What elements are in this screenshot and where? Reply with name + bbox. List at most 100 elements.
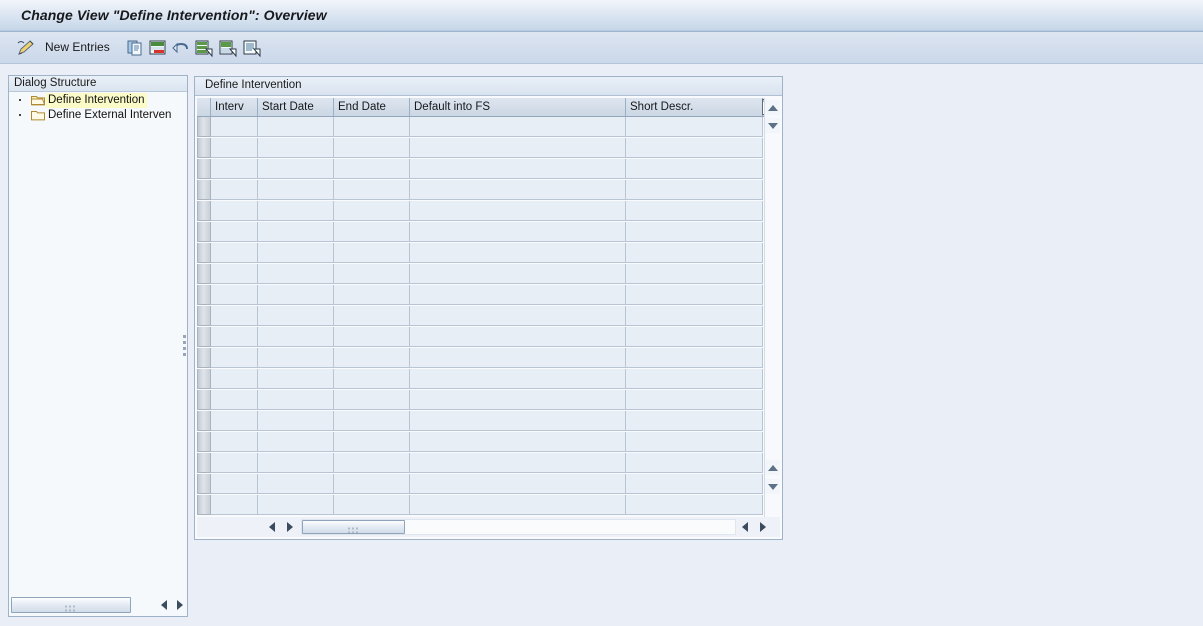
cell-end_date[interactable] bbox=[334, 180, 410, 200]
cell-interv[interactable] bbox=[211, 264, 258, 284]
cell-default_into_fs[interactable] bbox=[410, 159, 626, 179]
sidebar-item-define-external-intervention[interactable]: Define External Interven bbox=[9, 108, 187, 123]
row-selector-button[interactable] bbox=[197, 159, 211, 179]
scroll-right-icon[interactable] bbox=[756, 519, 770, 535]
table-row[interactable] bbox=[197, 138, 780, 159]
cell-interv[interactable] bbox=[211, 432, 258, 452]
open-folder-icon[interactable] bbox=[31, 94, 46, 106]
delete-row-icon[interactable] bbox=[149, 39, 167, 57]
cell-short_descr[interactable] bbox=[626, 201, 763, 221]
cell-default_into_fs[interactable] bbox=[410, 285, 626, 305]
cell-short_descr[interactable] bbox=[626, 285, 763, 305]
cell-end_date[interactable] bbox=[334, 201, 410, 221]
row-selector-button[interactable] bbox=[197, 138, 211, 158]
cell-default_into_fs[interactable] bbox=[410, 432, 626, 452]
cell-short_descr[interactable] bbox=[626, 306, 763, 326]
cell-short_descr[interactable] bbox=[626, 348, 763, 368]
scrollbar-thumb[interactable] bbox=[11, 597, 131, 613]
cell-interv[interactable] bbox=[211, 222, 258, 242]
sidebar-item-define-intervention[interactable]: Define Intervention bbox=[9, 93, 187, 108]
table-row[interactable] bbox=[197, 285, 780, 306]
column-header-default_into_fs[interactable]: Default into FS bbox=[410, 98, 626, 116]
row-selector-button[interactable] bbox=[197, 390, 211, 410]
cell-start_date[interactable] bbox=[258, 243, 334, 263]
table-row[interactable] bbox=[197, 306, 780, 327]
pencil-icon[interactable] bbox=[16, 39, 36, 57]
cell-default_into_fs[interactable] bbox=[410, 138, 626, 158]
table-row[interactable] bbox=[197, 390, 780, 411]
copy-icon[interactable] bbox=[127, 39, 145, 57]
cell-end_date[interactable] bbox=[334, 138, 410, 158]
cell-start_date[interactable] bbox=[258, 411, 334, 431]
cell-end_date[interactable] bbox=[334, 159, 410, 179]
cell-start_date[interactable] bbox=[258, 348, 334, 368]
cell-short_descr[interactable] bbox=[626, 390, 763, 410]
cell-interv[interactable] bbox=[211, 411, 258, 431]
cell-interv[interactable] bbox=[211, 474, 258, 494]
cell-interv[interactable] bbox=[211, 495, 258, 515]
cell-end_date[interactable] bbox=[334, 432, 410, 452]
cell-start_date[interactable] bbox=[258, 453, 334, 473]
cell-short_descr[interactable] bbox=[626, 453, 763, 473]
cell-interv[interactable] bbox=[211, 348, 258, 368]
details-icon[interactable] bbox=[243, 39, 261, 58]
cell-short_descr[interactable] bbox=[626, 411, 763, 431]
scrollbar-thumb[interactable] bbox=[302, 520, 405, 534]
cell-end_date[interactable] bbox=[334, 222, 410, 242]
cell-default_into_fs[interactable] bbox=[410, 411, 626, 431]
row-selector-button[interactable] bbox=[197, 432, 211, 452]
cell-interv[interactable] bbox=[211, 180, 258, 200]
cell-start_date[interactable] bbox=[258, 432, 334, 452]
cell-interv[interactable] bbox=[211, 327, 258, 347]
select-all-icon[interactable] bbox=[195, 39, 213, 58]
table-row[interactable] bbox=[197, 432, 780, 453]
cell-start_date[interactable] bbox=[258, 222, 334, 242]
scroll-up-icon[interactable] bbox=[765, 460, 780, 475]
cell-default_into_fs[interactable] bbox=[410, 264, 626, 284]
table-row[interactable] bbox=[197, 117, 780, 138]
row-selector-button[interactable] bbox=[197, 348, 211, 368]
table-row[interactable] bbox=[197, 222, 780, 243]
table-row[interactable] bbox=[197, 264, 780, 285]
column-header-interv[interactable]: Interv bbox=[211, 98, 258, 116]
cell-start_date[interactable] bbox=[258, 138, 334, 158]
cell-interv[interactable] bbox=[211, 138, 258, 158]
scroll-down-icon[interactable] bbox=[765, 118, 780, 133]
cell-start_date[interactable] bbox=[258, 306, 334, 326]
column-header-end_date[interactable]: End Date bbox=[334, 98, 410, 116]
closed-folder-icon[interactable] bbox=[31, 109, 45, 121]
row-selector-button[interactable] bbox=[197, 327, 211, 347]
scroll-down-icon[interactable] bbox=[765, 479, 780, 494]
cell-start_date[interactable] bbox=[258, 390, 334, 410]
row-selector-button[interactable] bbox=[197, 411, 211, 431]
row-selector-button[interactable] bbox=[197, 117, 211, 137]
undo-icon[interactable] bbox=[172, 39, 190, 57]
cell-start_date[interactable] bbox=[258, 474, 334, 494]
cell-short_descr[interactable] bbox=[626, 180, 763, 200]
row-selector-button[interactable] bbox=[197, 243, 211, 263]
cell-start_date[interactable] bbox=[258, 327, 334, 347]
table-row[interactable] bbox=[197, 243, 780, 264]
table-row[interactable] bbox=[197, 411, 780, 432]
cell-short_descr[interactable] bbox=[626, 138, 763, 158]
row-selector-button[interactable] bbox=[197, 222, 211, 242]
cell-short_descr[interactable] bbox=[626, 159, 763, 179]
grid-vertical-scrollbar[interactable] bbox=[764, 98, 780, 517]
cell-short_descr[interactable] bbox=[626, 327, 763, 347]
row-selector-button[interactable] bbox=[197, 495, 211, 515]
column-header-short_descr[interactable]: Short Descr. bbox=[626, 98, 763, 116]
scroll-up-icon[interactable] bbox=[765, 100, 780, 115]
cell-short_descr[interactable] bbox=[626, 243, 763, 263]
cell-end_date[interactable] bbox=[334, 306, 410, 326]
cell-end_date[interactable] bbox=[334, 474, 410, 494]
cell-interv[interactable] bbox=[211, 453, 258, 473]
cell-short_descr[interactable] bbox=[626, 432, 763, 452]
cell-end_date[interactable] bbox=[334, 369, 410, 389]
cell-interv[interactable] bbox=[211, 369, 258, 389]
cell-interv[interactable] bbox=[211, 390, 258, 410]
scroll-left-icon[interactable] bbox=[738, 519, 752, 535]
panel-splitter-handle[interactable] bbox=[183, 335, 188, 359]
row-selector-button[interactable] bbox=[197, 180, 211, 200]
cell-short_descr[interactable] bbox=[626, 495, 763, 515]
cell-end_date[interactable] bbox=[334, 243, 410, 263]
